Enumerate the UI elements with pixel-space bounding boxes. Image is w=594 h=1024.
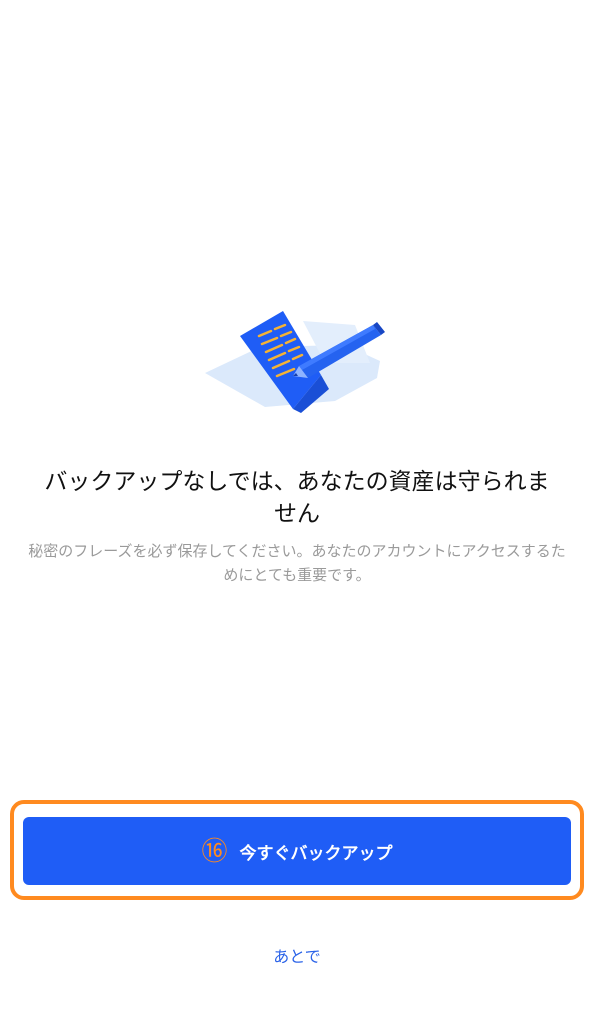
step-number-badge: ⑯ (201, 836, 228, 866)
backup-warning-title: バックアップなしでは、あなたの資産は守られません (44, 469, 550, 527)
document-pencil-icon (205, 311, 385, 413)
backup-now-label: 今すぐバックアップ (239, 843, 393, 863)
backup-warning-description: 秘密のフレーズを必ず保存してください。あなたのアカウントにアクセスするためにとて… (28, 542, 566, 584)
backup-now-button[interactable]: ⑯ 今すぐバックアップ (23, 817, 571, 885)
later-link[interactable]: あとで (0, 943, 594, 967)
